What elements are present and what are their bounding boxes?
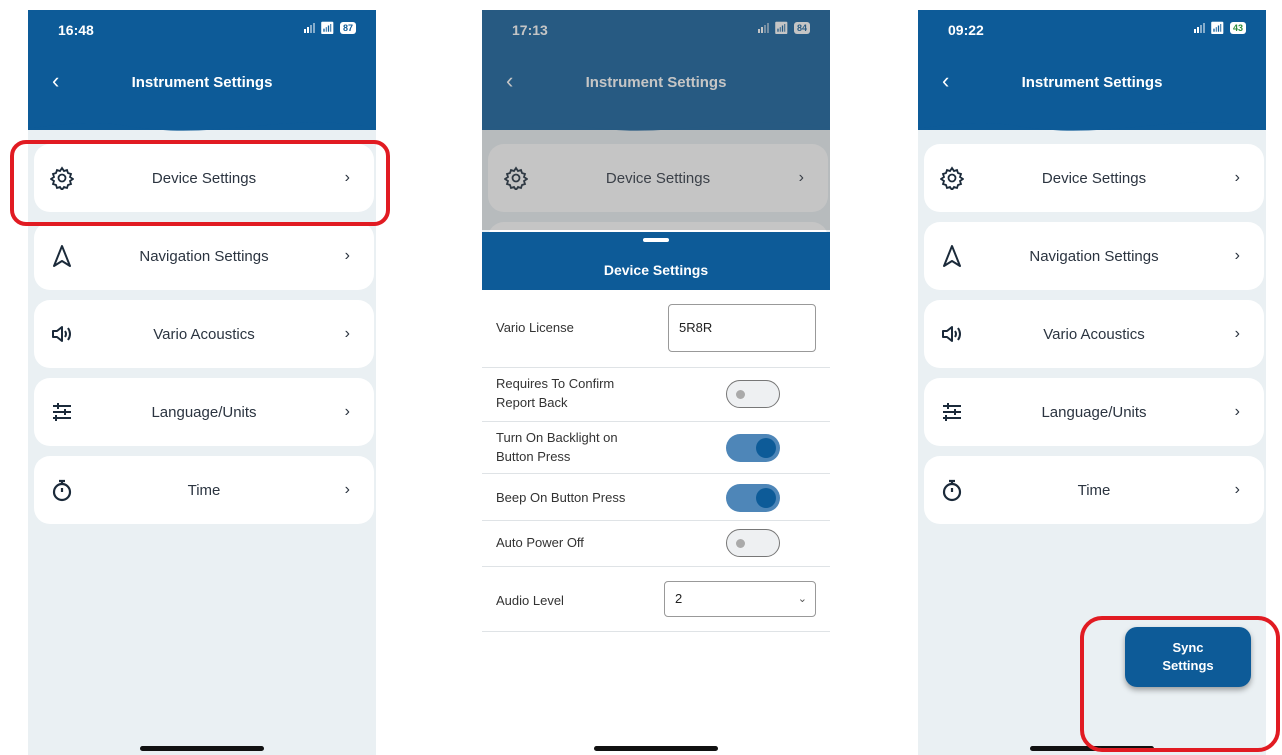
chevron-right-icon: ›: [344, 403, 350, 420]
menu-item-time[interactable]: Time ›: [34, 456, 374, 524]
app-header: 16:48 📶︎ 87 ‹ Instrument Settings: [28, 10, 376, 131]
toggle-row-backlight: Turn On Backlight on Button Press: [482, 422, 830, 474]
gear-icon: [940, 166, 964, 190]
sliders-icon: [53, 403, 71, 421]
header-wave-decoration: [918, 106, 1266, 131]
status-time: 09:22: [948, 22, 984, 38]
page-title: Instrument Settings: [1021, 74, 1163, 91]
toggle-label: Beep On Button Press: [496, 490, 626, 505]
confirm-report-toggle[interactable]: [726, 380, 780, 408]
sheet-title: Device Settings: [603, 262, 709, 278]
speaker-icon: [942, 326, 961, 342]
menu-item-navigation-settings[interactable]: Navigation Settings ›: [34, 222, 374, 290]
audio-level-select[interactable]: 2 ⌄: [664, 581, 816, 617]
page-title: Instrument Settings: [131, 74, 273, 91]
sliders-icon: [943, 403, 961, 421]
chevron-right-icon: ›: [1234, 325, 1240, 342]
app-header: 09:22 📶︎ 43 ‹ Instrument Settings: [918, 10, 1266, 131]
chevron-right-icon: ›: [1234, 169, 1240, 186]
toggle-row-auto-power-off: Auto Power Off: [482, 521, 830, 567]
chevron-right-icon: ›: [1234, 247, 1240, 264]
toggle-label: Auto Power Off: [496, 535, 584, 550]
backlight-toggle[interactable]: [726, 434, 780, 462]
menu-item-vario-acoustics[interactable]: Vario Acoustics ›: [924, 300, 1264, 368]
status-icons: 📶︎ 87: [303, 21, 356, 35]
menu-item-label: Navigation Settings: [1029, 247, 1159, 265]
menu-item-language-units[interactable]: Language/Units ›: [34, 378, 374, 446]
vario-license-input[interactable]: 5R8R: [668, 304, 816, 352]
toggle-row-beep: Beep On Button Press: [482, 474, 830, 521]
toggle-label: Turn On Backlight on Button Press: [496, 430, 618, 464]
status-icons: 📶︎ 43: [1193, 21, 1246, 35]
audio-level-row: Audio Level 2 ⌄: [482, 567, 830, 632]
home-indicator: [140, 746, 264, 751]
status-time: 16:48: [58, 22, 94, 38]
vario-license-value: 5R8R: [679, 320, 713, 335]
navigation-arrow-icon: [943, 245, 961, 267]
vario-license-label: Vario License: [496, 320, 574, 335]
home-indicator: [594, 746, 718, 751]
stopwatch-icon: [942, 479, 962, 502]
chevron-right-icon: ›: [344, 481, 350, 498]
menu-item-language-units[interactable]: Language/Units ›: [924, 378, 1264, 446]
device-settings-sheet: Vario License 5R8R Requires To Confirm Re…: [482, 290, 830, 755]
audio-level-value: 2: [675, 591, 683, 606]
chevron-right-icon: ›: [1234, 481, 1240, 498]
chevron-right-icon: ›: [1234, 403, 1240, 420]
menu-item-label: Language/Units: [1041, 403, 1147, 421]
menu-item-label: Time: [187, 481, 221, 499]
chevron-right-icon: ›: [344, 247, 350, 264]
battery-level: 87: [339, 22, 356, 34]
menu-item-label: Navigation Settings: [139, 247, 269, 265]
menu-item-time[interactable]: Time ›: [924, 456, 1264, 524]
beep-toggle[interactable]: [726, 484, 780, 512]
menu-item-device-settings[interactable]: Device Settings ›: [924, 144, 1264, 212]
sheet-header: Device Settings: [482, 232, 830, 290]
highlight-box-sync-settings: [1080, 616, 1280, 752]
toggle-label: Requires To Confirm Report Back: [496, 376, 615, 410]
phone-screen-2: 17:13 📶︎ 84 ‹ Instrument Settings Device…: [482, 10, 830, 755]
wifi-icon: 📶︎: [1209, 21, 1225, 35]
menu-item-navigation-settings[interactable]: Navigation Settings ›: [924, 222, 1264, 290]
audio-level-label: Audio Level: [496, 593, 564, 608]
battery-level: 43: [1229, 22, 1246, 34]
drag-handle[interactable]: [643, 238, 669, 242]
auto-power-off-toggle[interactable]: [726, 529, 780, 557]
chevron-down-icon: ⌄: [797, 593, 807, 605]
toggle-row-confirm-report: Requires To Confirm Report Back: [482, 368, 830, 422]
modal-dim-overlay[interactable]: [482, 10, 830, 230]
menu-item-vario-acoustics[interactable]: Vario Acoustics ›: [34, 300, 374, 368]
speaker-icon: [52, 326, 71, 342]
menu-item-label: Vario Acoustics: [1043, 325, 1145, 343]
wifi-icon: 📶︎: [319, 21, 335, 35]
menu-item-label: Language/Units: [151, 403, 257, 421]
highlight-box-device-settings: [10, 140, 390, 226]
menu-item-label: Device Settings: [1041, 169, 1147, 187]
chevron-right-icon: ›: [344, 325, 350, 342]
stopwatch-icon: [52, 479, 72, 502]
signal-icon: [1193, 23, 1205, 33]
signal-icon: [303, 23, 315, 33]
menu-item-label: Vario Acoustics: [153, 325, 255, 343]
vario-license-row: Vario License 5R8R: [482, 290, 830, 368]
phone-screen-1: 16:48 📶︎ 87 ‹ Instrument Settings Device…: [28, 10, 376, 755]
menu-item-label: Time: [1077, 481, 1111, 499]
navigation-arrow-icon: [53, 245, 71, 267]
